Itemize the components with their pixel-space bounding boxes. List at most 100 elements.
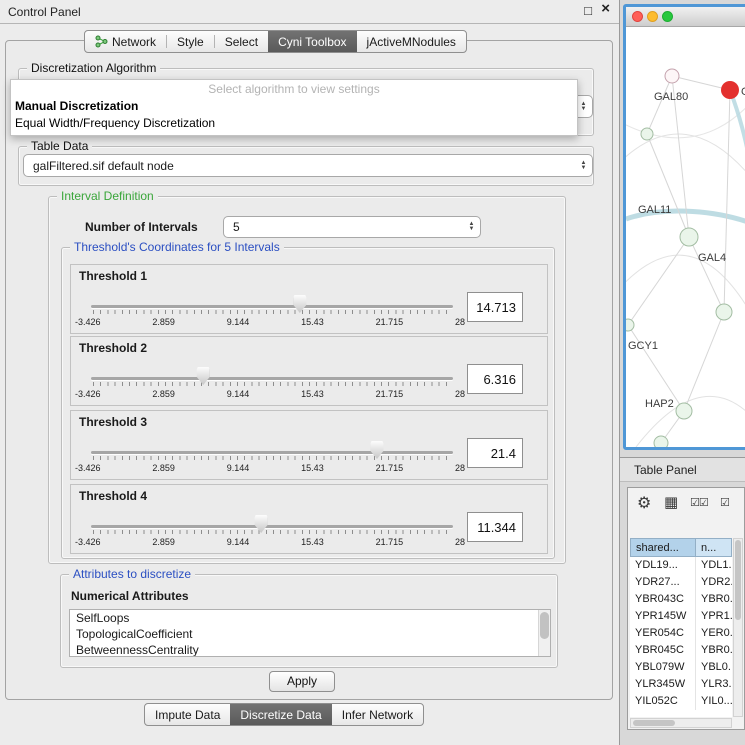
list-item[interactable]: BetweennessCentrality [70,642,550,657]
number-of-intervals-select[interactable]: 5 ▲ ▼ [223,216,481,238]
close-icon[interactable]: × [601,1,610,17]
table-row[interactable]: YBR043C YBR0... [630,591,732,608]
attributes-group: Attributes to discretize Numerical Attri… [60,574,558,668]
threshold-3-slider[interactable] [91,439,453,465]
cell-shared-name: YBR045C [630,642,696,659]
network-node[interactable] [654,436,668,447]
table-row[interactable]: YBL079W YBL0... [630,659,732,676]
threshold-4-value-field[interactable] [467,512,523,542]
slider-track[interactable] [91,305,453,308]
tab-jactivemnodules[interactable]: jActiveMNodules [357,31,466,52]
spinner-down-icon: ▼ [581,166,587,171]
slider-scale: -3.426 2.859 9.144 15.43 21.715 28 [75,317,465,327]
list-item[interactable]: TopologicalCoefficient [70,626,550,642]
column-header-name[interactable]: n... [696,538,732,557]
slider-ticks [93,310,451,314]
threshold-1-slider[interactable] [91,293,453,319]
network-node[interactable] [676,403,692,419]
tab-network[interactable]: Network [85,31,166,52]
scale-tick-label: 2.859 [152,317,175,327]
cell-name: YLR3... [696,676,732,693]
scale-tick-label: 28 [455,463,465,473]
table-row[interactable]: YDL19... YDL1... [630,557,732,574]
tab-infer-network[interactable]: Infer Network [332,704,423,725]
threshold-3-value-field[interactable] [467,438,523,468]
table-data-select[interactable]: galFiltered.sif default node ▲ ▼ [23,154,593,177]
table-row[interactable]: YDR27... YDR2... [630,574,732,591]
column-header-shared-name[interactable]: shared... [630,538,696,557]
scrollbar-thumb[interactable] [540,612,549,639]
threshold-1-panel: Threshold 1 -3.426 2.859 9.144 15.43 21.… [70,264,548,334]
tab-label: Discretize Data [240,708,321,722]
gear-icon[interactable]: ⚙ [637,493,651,513]
columns-icon[interactable]: ▦ [664,493,678,511]
cell-name: YBR0... [696,642,732,659]
network-node[interactable] [665,69,679,83]
list-scrollbar[interactable] [538,610,550,656]
network-node[interactable] [626,319,634,331]
table-row[interactable]: YIL052C YIL0... [630,693,732,710]
threshold-1-value-field[interactable] [467,292,523,322]
table-row[interactable]: YBR045C YBR0... [630,642,732,659]
scrollbar-thumb[interactable] [633,720,675,726]
cell-name: YBR0... [696,591,732,608]
dropdown-option-equal-width-frequency[interactable]: Equal Width/Frequency Discretization [11,115,577,132]
table-row[interactable]: YLR345W YLR3... [630,676,732,693]
network-node-selected[interactable] [721,81,739,99]
apply-button[interactable]: Apply [269,671,335,692]
scale-tick-label: 21.715 [376,317,404,327]
slider-track[interactable] [91,451,453,454]
number-of-intervals-label: Number of Intervals [85,220,198,234]
scale-tick-label: 9.144 [227,537,250,547]
numerical-attributes-label: Numerical Attributes [71,589,189,603]
table-row[interactable]: YPR145W YPR1... [630,608,732,625]
table-data-group: Table Data galFiltered.sif default node … [18,146,594,186]
scale-tick-label: 28 [455,389,465,399]
scale-tick-label: 9.144 [227,463,250,473]
tab-select[interactable]: Select [215,31,268,52]
network-node[interactable] [641,128,653,140]
discretization-algorithm-group-title: Discretization Algorithm [27,61,160,75]
node-label: GAL80 [654,91,688,103]
table-row[interactable]: YER054C YER0... [630,625,732,642]
table-body: YDL19... YDL1... YDR27... YDR2... YBR043… [630,557,732,717]
cell-shared-name: YDR27... [630,574,696,591]
threshold-3-panel: Threshold 3 -3.426 2.859 9.144 15.43 21.… [70,410,548,480]
slider-track[interactable] [91,525,453,528]
float-window-icon[interactable]: □ [584,3,592,19]
scale-tick-label: 28 [455,317,465,327]
minimize-traffic-light-icon[interactable] [647,11,658,22]
dropdown-option-manual-discretization[interactable]: Manual Discretization [11,98,577,115]
node-label: GA [741,86,745,98]
table-horizontal-scrollbar[interactable] [630,718,732,728]
tab-style[interactable]: Style [167,31,214,52]
tab-cyni-toolbox[interactable]: Cyni Toolbox [268,31,356,52]
tab-label: Infer Network [342,708,413,722]
threshold-2-value-field[interactable] [467,364,523,394]
scale-tick-label: 21.715 [376,463,404,473]
network-node[interactable] [680,228,698,246]
scale-tick-label: 15.43 [301,537,324,547]
zoom-traffic-light-icon[interactable] [662,11,673,22]
select-none-columns-icon[interactable]: ☑ [720,496,730,509]
scrollbar-thumb[interactable] [735,540,741,620]
threshold-1-label: Threshold 1 [79,269,147,283]
tab-label: Network [112,35,156,49]
network-window-titlebar[interactable] [626,7,745,27]
threshold-2-slider[interactable] [91,365,453,391]
threshold-4-slider[interactable] [91,513,453,539]
network-node[interactable] [716,304,732,320]
slider-track[interactable] [91,377,453,380]
tab-impute-data[interactable]: Impute Data [145,704,230,725]
control-panel-title: Control Panel [8,5,81,19]
select-all-columns-icon[interactable]: ☑☑ [690,496,708,509]
close-traffic-light-icon[interactable] [632,11,643,22]
combo-spinner-icon[interactable]: ▲ ▼ [575,161,592,171]
table-vertical-scrollbar[interactable] [733,538,743,717]
screen: Control Panel □ × Network Style [0,0,745,745]
combo-spinner-icon[interactable]: ▲ ▼ [463,222,480,232]
network-canvas[interactable]: GAL80 GAL11 GAL4 GCY1 HAP2 GA [626,27,745,447]
list-item[interactable]: SelfLoops [70,610,550,626]
tab-discretize-data[interactable]: Discretize Data [230,704,331,725]
table-data-select-value: galFiltered.sif default node [24,159,575,173]
